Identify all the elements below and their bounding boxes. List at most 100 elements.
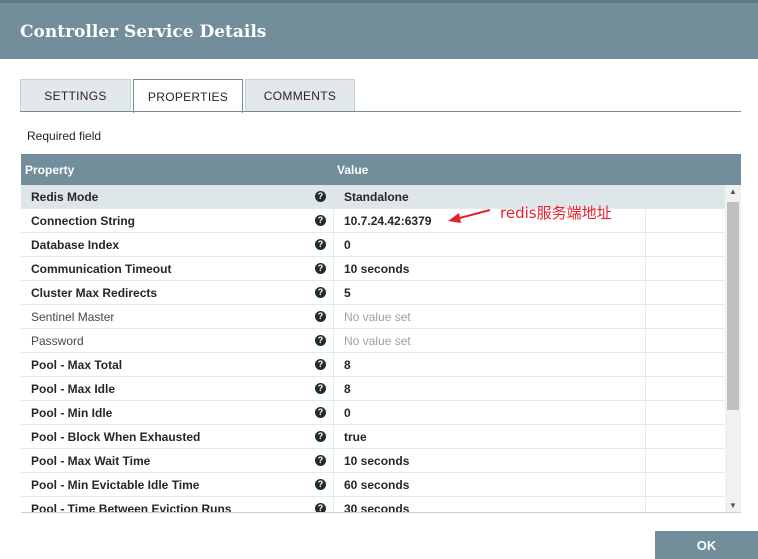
column-divider bbox=[333, 305, 334, 329]
property-value[interactable]: 8 bbox=[344, 358, 351, 372]
grid-rows: Redis Mode? Standalone Connection String? 1… bbox=[21, 185, 725, 513]
table-row[interactable]: Redis Mode? Standalone bbox=[21, 185, 725, 209]
ok-button[interactable]: OK bbox=[655, 531, 758, 559]
property-name: Sentinel Master bbox=[31, 310, 115, 324]
property-name: Cluster Max Redirects bbox=[31, 286, 158, 300]
column-divider bbox=[645, 449, 646, 473]
table-row[interactable]: Pool - Time Between Eviction Runs? 30 sec… bbox=[21, 497, 725, 513]
help-icon[interactable]: ? bbox=[315, 383, 326, 394]
property-value[interactable]: 5 bbox=[344, 286, 351, 300]
required-field-label: Required field bbox=[27, 129, 102, 143]
property-value[interactable]: 0 bbox=[344, 406, 351, 420]
property-value[interactable]: 60 seconds bbox=[344, 478, 409, 492]
column-divider bbox=[645, 401, 646, 425]
scroll-up-arrow-icon[interactable]: ▲ bbox=[725, 185, 741, 199]
column-divider bbox=[645, 305, 646, 329]
help-icon[interactable]: ? bbox=[315, 503, 326, 512]
help-icon[interactable]: ? bbox=[315, 407, 326, 418]
help-icon[interactable]: ? bbox=[315, 479, 326, 490]
column-divider bbox=[645, 353, 646, 377]
table-row[interactable]: Communication Timeout? 10 seconds bbox=[21, 257, 725, 281]
help-icon[interactable]: ? bbox=[315, 455, 326, 466]
table-row[interactable]: Pool - Max Idle? 8 bbox=[21, 377, 725, 401]
property-name: Pool - Max Wait Time bbox=[31, 454, 151, 468]
column-header-value[interactable]: Value bbox=[337, 163, 368, 177]
property-value[interactable]: 30 seconds bbox=[344, 502, 409, 512]
tab-properties[interactable]: PROPERTIES bbox=[133, 79, 243, 113]
column-divider bbox=[645, 425, 646, 449]
help-icon[interactable]: ? bbox=[315, 431, 326, 442]
column-divider bbox=[645, 377, 646, 401]
column-divider bbox=[645, 329, 646, 353]
property-value[interactable]: 8 bbox=[344, 382, 351, 396]
property-value[interactable]: 0 bbox=[344, 238, 351, 252]
column-divider bbox=[645, 257, 646, 281]
table-row[interactable]: Pool - Block When Exhausted? true bbox=[21, 425, 725, 449]
table-row[interactable]: Pool - Min Evictable Idle Time? 60 second… bbox=[21, 473, 725, 497]
property-value[interactable]: Standalone bbox=[344, 190, 409, 204]
table-row[interactable]: Sentinel Master? No value set bbox=[21, 305, 725, 329]
column-divider bbox=[333, 353, 334, 377]
column-divider bbox=[333, 329, 334, 353]
column-divider bbox=[333, 497, 334, 512]
scroll-down-arrow-icon[interactable]: ▼ bbox=[725, 499, 741, 512]
property-value[interactable]: 10 seconds bbox=[344, 262, 409, 276]
property-value[interactable]: No value set bbox=[344, 310, 411, 324]
table-row[interactable]: Pool - Max Total? 8 bbox=[21, 353, 725, 377]
help-icon[interactable]: ? bbox=[315, 239, 326, 250]
property-name: Password bbox=[31, 334, 84, 348]
help-icon[interactable]: ? bbox=[315, 311, 326, 322]
property-name: Pool - Max Idle bbox=[31, 382, 116, 396]
column-header-property[interactable]: Property bbox=[25, 163, 74, 177]
column-divider bbox=[645, 281, 646, 305]
table-row[interactable]: Database Index? 0 bbox=[21, 233, 725, 257]
column-divider bbox=[333, 233, 334, 257]
table-row[interactable]: Cluster Max Redirects? 5 bbox=[21, 281, 725, 305]
column-divider bbox=[645, 185, 646, 209]
column-divider bbox=[333, 185, 334, 209]
column-divider bbox=[645, 233, 646, 257]
properties-grid: Property Value Redis Mode? Standalone Conn… bbox=[21, 154, 741, 513]
column-divider bbox=[333, 473, 334, 497]
column-divider bbox=[333, 425, 334, 449]
annotation-text: redis服务端地址 bbox=[500, 204, 612, 222]
help-icon[interactable]: ? bbox=[315, 263, 326, 274]
help-icon[interactable]: ? bbox=[315, 191, 326, 202]
column-divider bbox=[645, 209, 646, 233]
property-value[interactable]: 10 seconds bbox=[344, 454, 409, 468]
column-divider bbox=[645, 497, 646, 512]
help-icon[interactable]: ? bbox=[315, 359, 326, 370]
property-name: Pool - Min Evictable Idle Time bbox=[31, 478, 200, 492]
tab-divider bbox=[20, 111, 741, 112]
column-divider bbox=[333, 377, 334, 401]
grid-scrollbar[interactable]: ▲ ▼ bbox=[725, 185, 741, 512]
table-row[interactable]: Pool - Max Wait Time? 10 seconds bbox=[21, 449, 725, 473]
property-name: Communication Timeout bbox=[31, 262, 172, 276]
column-divider bbox=[333, 401, 334, 425]
column-divider bbox=[333, 281, 334, 305]
column-divider bbox=[645, 473, 646, 497]
column-divider bbox=[333, 449, 334, 473]
property-name: Pool - Time Between Eviction Runs bbox=[31, 502, 232, 513]
property-name: Database Index bbox=[31, 238, 120, 252]
help-icon[interactable]: ? bbox=[315, 215, 326, 226]
column-divider bbox=[333, 209, 334, 233]
help-icon[interactable]: ? bbox=[315, 335, 326, 346]
property-value[interactable]: true bbox=[344, 430, 367, 444]
property-name: Redis Mode bbox=[31, 190, 99, 204]
scroll-thumb[interactable] bbox=[727, 202, 739, 410]
property-name: Pool - Min Idle bbox=[31, 406, 113, 420]
help-icon[interactable]: ? bbox=[315, 287, 326, 298]
dialog-title: Controller Service Details bbox=[20, 22, 267, 42]
property-name: Connection String bbox=[31, 214, 135, 228]
tab-settings[interactable]: SETTINGS bbox=[20, 79, 131, 112]
table-row[interactable]: Pool - Min Idle? 0 bbox=[21, 401, 725, 425]
table-row[interactable]: Connection String? 10.7.24.42:6379 bbox=[21, 209, 725, 233]
property-value[interactable]: No value set bbox=[344, 334, 411, 348]
tab-comments[interactable]: COMMENTS bbox=[245, 79, 355, 112]
property-name: Pool - Max Total bbox=[31, 358, 123, 372]
column-divider bbox=[333, 257, 334, 281]
property-value[interactable]: 10.7.24.42:6379 bbox=[344, 214, 431, 228]
table-row[interactable]: Password? No value set bbox=[21, 329, 725, 353]
grid-header: Property Value bbox=[21, 154, 741, 185]
